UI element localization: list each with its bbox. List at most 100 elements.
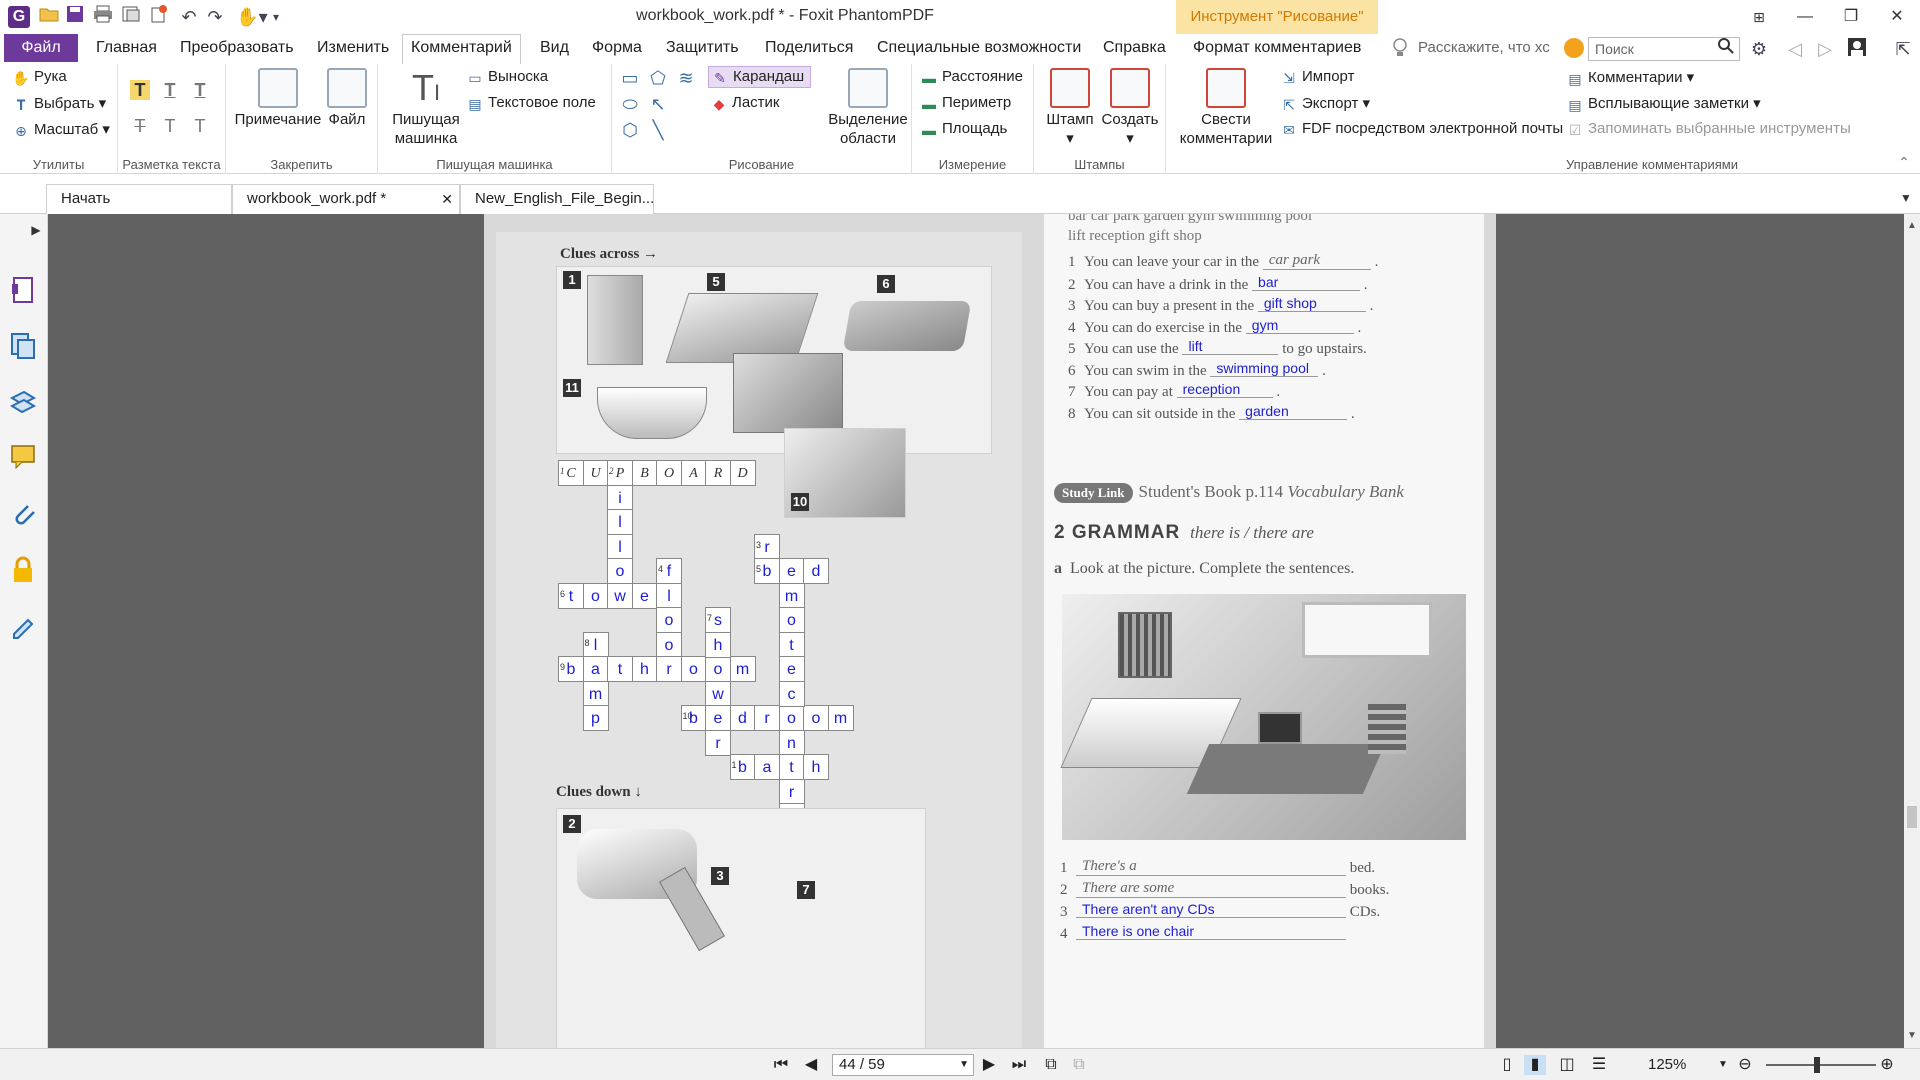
search-icon[interactable] — [1718, 38, 1734, 59]
zoom-in-icon[interactable]: ⊕ — [1876, 1055, 1898, 1075]
zoom-tool-button[interactable]: ⊕ Масштаб ▾ — [12, 120, 110, 139]
forward-arrow-icon[interactable]: ▷ — [1812, 37, 1838, 61]
import-button[interactable]: ⇲ Импорт — [1280, 68, 1354, 86]
sentence-answer-field[interactable]: reception — [1176, 381, 1273, 398]
sentence-answer-field[interactable]: lift — [1182, 338, 1279, 355]
distance-button[interactable]: ▬ Расстояние — [920, 68, 1023, 86]
previous-page-icon[interactable]: ◀ — [800, 1055, 822, 1075]
collapse-ribbon-icon[interactable]: ⌃ — [1894, 152, 1914, 172]
hand-tool-button[interactable]: ✋ Рука — [12, 68, 66, 86]
sentence-answer-field[interactable]: swimming pool — [1210, 360, 1319, 377]
sentence-answer-field[interactable]: garden — [1239, 403, 1348, 420]
feedback-smile-icon[interactable] — [1564, 38, 1584, 58]
first-page-icon[interactable]: ⏮ — [770, 1055, 792, 1075]
next-page-icon[interactable]: ▶ — [978, 1055, 1000, 1075]
tab-list-dropdown-icon[interactable]: ▼ — [1896, 188, 1916, 208]
squiggly-underline-icon[interactable]: T — [160, 80, 180, 100]
tab-help[interactable]: Справка — [1103, 39, 1166, 57]
vertical-scrollbar[interactable]: ▲ ▼ — [1904, 214, 1920, 1048]
grammar-answer-field[interactable]: There's a — [1076, 858, 1346, 876]
underline-text-icon[interactable]: T — [190, 80, 210, 100]
export-button[interactable]: ⇱ Экспорт ▾ — [1280, 94, 1370, 113]
restore-button[interactable]: ❐ — [1836, 4, 1866, 30]
rectangle-icon[interactable]: ▭ — [620, 68, 640, 88]
oval-icon[interactable]: ⬭ — [620, 94, 640, 114]
tab-share[interactable]: Поделиться — [765, 39, 853, 57]
callout-button[interactable]: ▭ Выноска — [466, 68, 548, 86]
document-viewport[interactable]: Clues across → 1 5 6 11 9 10 1CU2PBOARDi… — [48, 214, 1904, 1048]
scrollbar-thumb[interactable] — [1907, 806, 1917, 828]
note-button[interactable]: Примечание — [234, 68, 322, 129]
user-account-icon[interactable] — [1844, 37, 1870, 61]
page-number-input[interactable]: 44 / 59 ▼ — [832, 1054, 974, 1076]
tab-comment-format[interactable]: Формат комментариев — [1193, 39, 1361, 57]
stamp-button[interactable]: Штамп ▾ — [1042, 68, 1098, 148]
tab-comment[interactable]: Комментарий — [402, 34, 521, 64]
tab-accessibility[interactable]: Специальные возможности — [877, 39, 1081, 57]
perimeter-button[interactable]: ▬ Периметр — [920, 94, 1011, 112]
last-page-icon[interactable]: ⏭ — [1008, 1055, 1030, 1075]
next-view-icon[interactable]: ⧉ — [1068, 1055, 1090, 1075]
select-tool-button[interactable]: 𝐓 Выбрать ▾ — [12, 94, 106, 113]
tab-new-english-file[interactable]: New_English_File_Begin... — [460, 184, 654, 214]
typewriter-button[interactable]: TI Пишущая машинка — [388, 68, 464, 148]
popup-notes-dropdown-button[interactable]: ▤ Всплывающие заметки ▾ — [1566, 94, 1760, 113]
arrow-icon[interactable]: ↖ — [648, 94, 668, 114]
comments-dropdown-button[interactable]: ▤ Комментарии ▾ — [1566, 68, 1694, 87]
expand-panel-icon[interactable]: ▶ — [26, 220, 46, 240]
close-button[interactable]: ✕ — [1882, 4, 1912, 30]
replace-text-icon[interactable]: T — [160, 116, 180, 136]
remember-tools-checkbox[interactable]: ☑ Запоминать выбранные инструменты — [1566, 120, 1851, 138]
thumbnails-panel-icon[interactable] — [10, 332, 38, 360]
area-button[interactable]: ▬ Площадь — [920, 120, 1007, 138]
tell-me-input[interactable]: Расскажите, что хс — [1418, 39, 1550, 56]
facing-view-icon[interactable]: ◫ — [1556, 1055, 1578, 1075]
scroll-down-icon[interactable]: ▼ — [1902, 1026, 1920, 1046]
ribbon-display-options-icon[interactable]: ⊞ — [1744, 4, 1774, 30]
pin-ribbon-icon[interactable]: ⇱ — [1890, 37, 1916, 61]
strikeout-text-icon[interactable]: T — [130, 116, 150, 136]
zoom-slider[interactable] — [1766, 1064, 1876, 1066]
scroll-up-icon[interactable]: ▲ — [1902, 216, 1920, 236]
tab-edit[interactable]: Изменить — [317, 39, 389, 57]
back-arrow-icon[interactable]: ◁ — [1782, 37, 1808, 61]
security-lock-icon[interactable] — [10, 556, 38, 584]
tab-protect[interactable]: Защитить — [666, 39, 739, 57]
comments-panel-icon[interactable] — [10, 444, 38, 472]
layers-panel-icon[interactable] — [9, 388, 38, 416]
insert-text-icon[interactable]: T — [190, 116, 210, 136]
tab-form[interactable]: Форма — [592, 39, 642, 57]
polygon-icon[interactable]: ⬠ — [648, 68, 668, 88]
tab-convert[interactable]: Преобразовать — [180, 39, 294, 57]
tab-file[interactable]: Файл — [4, 34, 78, 62]
eraser-button[interactable]: ◆ Ластик — [710, 94, 780, 112]
area-highlight-button[interactable]: Выделение области — [826, 68, 910, 148]
close-tab-icon[interactable]: ✕ — [441, 185, 453, 213]
grammar-answer-field[interactable]: There aren't any CDs — [1076, 901, 1346, 918]
sentence-answer-field[interactable]: gift shop — [1257, 295, 1366, 312]
tab-home[interactable]: Главная — [96, 39, 157, 57]
grammar-answer-field[interactable]: There are some — [1076, 880, 1346, 898]
pencil-button[interactable]: ✎ Карандаш — [708, 66, 812, 88]
sentence-answer-field[interactable]: bar — [1252, 274, 1361, 291]
attach-file-button[interactable]: Файл — [322, 68, 372, 129]
pages-panel-icon[interactable] — [10, 276, 38, 304]
page-dropdown-icon[interactable]: ▼ — [959, 1055, 969, 1075]
previous-view-icon[interactable]: ⧉ — [1040, 1055, 1062, 1075]
zoom-dropdown-icon[interactable]: ▼ — [1712, 1055, 1734, 1075]
single-page-view-icon[interactable]: ▯ — [1496, 1055, 1518, 1075]
zoom-out-icon[interactable]: ⊖ — [1734, 1055, 1756, 1075]
polygon-line-icon[interactable]: ⬡ — [620, 120, 640, 140]
minimize-button[interactable]: — — [1790, 4, 1820, 30]
signature-panel-icon[interactable] — [10, 612, 38, 640]
line-icon[interactable]: ╲ — [648, 120, 668, 140]
highlight-text-icon[interactable]: T — [130, 80, 150, 100]
grammar-answer-field[interactable]: There is one chair — [1076, 923, 1346, 940]
summarize-comments-button[interactable]: Свести комментарии — [1176, 68, 1276, 148]
attachments-panel-icon[interactable] — [10, 500, 38, 528]
zoom-slider-thumb[interactable] — [1814, 1057, 1820, 1073]
continuous-facing-view-icon[interactable]: ☰ — [1588, 1055, 1610, 1075]
cloud-icon[interactable]: ≋ — [676, 68, 696, 88]
sentence-answer-field[interactable]: gym — [1245, 317, 1354, 334]
create-stamp-button[interactable]: Создать ▾ — [1100, 68, 1160, 148]
